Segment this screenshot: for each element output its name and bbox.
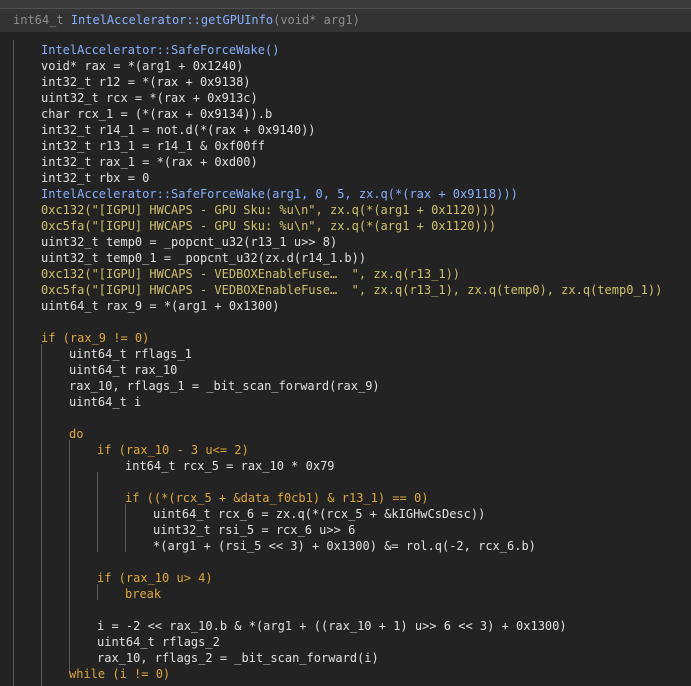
indent-guide [125, 504, 126, 552]
code-text: uint32_t rcx = *(rax + 0x913c) [41, 91, 258, 105]
indent-guide [97, 584, 98, 600]
code-text: uint64_t rax_10 [69, 363, 178, 377]
code-text: IntelAccelerator::SafeForceWake() [41, 43, 280, 57]
code-text: uint64_t rflags_1 [69, 347, 192, 361]
code-text: while (i != 0) [69, 667, 171, 681]
code-text: uint64_t rax_9 = *(arg1 + 0x1300) [41, 299, 280, 313]
function-name[interactable]: IntelAccelerator::getGPUInfo [71, 13, 273, 27]
code-line[interactable]: uint32_t rsi_5 = rcx_6 u>> 6 [153, 522, 355, 538]
code-text: uint32_t temp0_1 = _popcnt_u32(zx.d(r14_… [41, 251, 367, 265]
code-line[interactable]: int32_t r14_1 = not.d(*(rax + 0x9140)) [41, 122, 316, 138]
code-text: int32_t r13_1 = r14_1 & 0xf00ff [41, 139, 265, 153]
code-line[interactable]: int64_t rcx_5 = rax_10 * 0x79 [125, 458, 335, 474]
indent-guide [13, 40, 14, 686]
code-text: uint64_t rcx_6 = zx.q(*(rcx_5 + &kIGHwCs… [153, 507, 486, 521]
code-line[interactable]: uint32_t temp0 = _popcnt_u32(r13_1 u>> 8… [41, 234, 337, 250]
code-line[interactable]: void* rax = *(arg1 + 0x1240) [41, 58, 243, 74]
function-params: (void* arg1) [273, 13, 360, 27]
code-text: 0xc132("[IGPU] HWCAPS - VEDBOXEnableFuse… [41, 267, 461, 281]
code-line[interactable]: 0xc132("[IGPU] HWCAPS - GPU Sku: %u\n", … [41, 202, 496, 218]
code-text: if ((*(rcx_5 + &data_f0cb1) & r13_1) == … [125, 491, 429, 505]
code-line[interactable]: uint64_t rflags_2 [97, 634, 220, 650]
code-text: rax_10, rflags_2 = _bit_scan_forward(i) [97, 651, 379, 665]
code-text: int32_t r14_1 = not.d(*(rax + 0x9140)) [41, 123, 316, 137]
code-text: uint32_t temp0 = _popcnt_u32(r13_1 u>> 8… [41, 235, 338, 249]
indent-guide [97, 472, 98, 552]
code-line[interactable]: if (rax_10 u> 4) [97, 570, 213, 586]
code-line[interactable]: uint64_t rax_10 [69, 362, 177, 378]
code-line[interactable]: break [125, 586, 161, 602]
code-line[interactable]: if (rax_9 != 0) [41, 330, 149, 346]
code-text: uint64_t rflags_2 [97, 635, 220, 649]
code-line[interactable]: uint64_t rflags_1 [69, 346, 192, 362]
code-line[interactable]: 0xc5fa("[IGPU] HWCAPS - GPU Sku: %u\n", … [41, 218, 496, 234]
code-view[interactable]: IntelAccelerator::SafeForceWake() void* … [0, 32, 691, 686]
code-line[interactable]: char rcx_1 = (*(rax + 0x9134)).b [41, 106, 272, 122]
code-line[interactable]: int32_t r12 = *(rax + 0x9138) [41, 74, 251, 90]
code-line[interactable]: uint32_t temp0_1 = _popcnt_u32(zx.d(r14_… [41, 250, 366, 266]
code-text: rax_10, rflags_1 = _bit_scan_forward(rax… [69, 379, 380, 393]
return-type: int64_t [13, 13, 64, 27]
code-text: *(arg1 + (rsi_5 << 3) + 0x1300) &= rol.q… [153, 539, 536, 553]
code-text: int32_t rax_1 = *(rax + 0xd00) [41, 155, 258, 169]
code-line[interactable]: int32_t rax_1 = *(rax + 0xd00) [41, 154, 258, 170]
code-text: uint32_t rsi_5 = rcx_6 u>> 6 [153, 523, 356, 537]
code-line[interactable]: rax_10, rflags_1 = _bit_scan_forward(rax… [69, 378, 380, 394]
code-line[interactable]: rax_10, rflags_2 = _bit_scan_forward(i) [97, 650, 379, 666]
code-text: int32_t rbx = 0 [41, 171, 150, 185]
code-text: if (rax_10 u> 4) [97, 571, 213, 585]
code-text: IntelAccelerator::SafeForceWake(arg1, 0,… [41, 187, 518, 201]
code-line[interactable]: uint32_t rcx = *(rax + 0x913c) [41, 90, 258, 106]
code-text: char rcx_1 = (*(rax + 0x9134)).b [41, 107, 273, 121]
indent-guide [69, 440, 70, 674]
code-line[interactable]: if ((*(rcx_5 + &data_f0cb1) & r13_1) == … [125, 490, 428, 506]
code-line[interactable]: while (i != 0) [69, 666, 170, 682]
function-header: int64_t IntelAccelerator::getGPUInfo(voi… [0, 9, 691, 33]
function-signature[interactable]: int64_t IntelAccelerator::getGPUInfo(voi… [13, 12, 360, 28]
code-line[interactable]: int32_t r13_1 = r14_1 & 0xf00ff [41, 138, 265, 154]
code-line[interactable]: 0xc5fa("[IGPU] HWCAPS - VEDBOXEnableFuse… [41, 282, 662, 298]
code-text: 0xc5fa("[IGPU] HWCAPS - VEDBOXEnableFuse… [41, 283, 663, 297]
code-line[interactable]: i = -2 << rax_10.b & *(arg1 + ((rax_10 +… [97, 618, 567, 634]
code-text: if (rax_10 - 3 u<= 2) [97, 443, 249, 457]
indent-guide [41, 344, 42, 686]
code-text: if (rax_9 != 0) [41, 331, 150, 345]
code-line[interactable]: IntelAccelerator::SafeForceWake(arg1, 0,… [41, 186, 518, 202]
code-text: int64_t rcx_5 = rax_10 * 0x79 [125, 459, 335, 473]
top-window-bar [0, 0, 691, 9]
code-text: i = -2 << rax_10.b & *(arg1 + ((rax_10 +… [97, 619, 567, 633]
code-text: int32_t r12 = *(rax + 0x9138) [41, 75, 251, 89]
code-line[interactable]: int32_t rbx = 0 [41, 170, 149, 186]
code-line[interactable]: uint64_t rax_9 = *(arg1 + 0x1300) [41, 298, 279, 314]
code-line[interactable]: uint64_t rcx_6 = zx.q(*(rcx_5 + &kIGHwCs… [153, 506, 485, 522]
code-line[interactable]: do [69, 426, 83, 442]
code-text: uint64_t i [69, 395, 142, 409]
code-text: do [69, 427, 84, 441]
code-line[interactable]: uint64_t i [69, 394, 141, 410]
code-text: 0xc132("[IGPU] HWCAPS - GPU Sku: %u\n", … [41, 203, 497, 217]
code-line[interactable]: if (rax_10 - 3 u<= 2) [97, 442, 249, 458]
code-text: void* rax = *(arg1 + 0x1240) [41, 59, 244, 73]
code-text: break [125, 587, 162, 601]
code-line[interactable]: *(arg1 + (rsi_5 << 3) + 0x1300) &= rol.q… [153, 538, 536, 554]
code-line[interactable]: 0xc132("[IGPU] HWCAPS - VEDBOXEnableFuse… [41, 266, 460, 282]
code-line[interactable]: IntelAccelerator::SafeForceWake() [41, 42, 279, 58]
code-text: 0xc5fa("[IGPU] HWCAPS - GPU Sku: %u\n", … [41, 219, 497, 233]
